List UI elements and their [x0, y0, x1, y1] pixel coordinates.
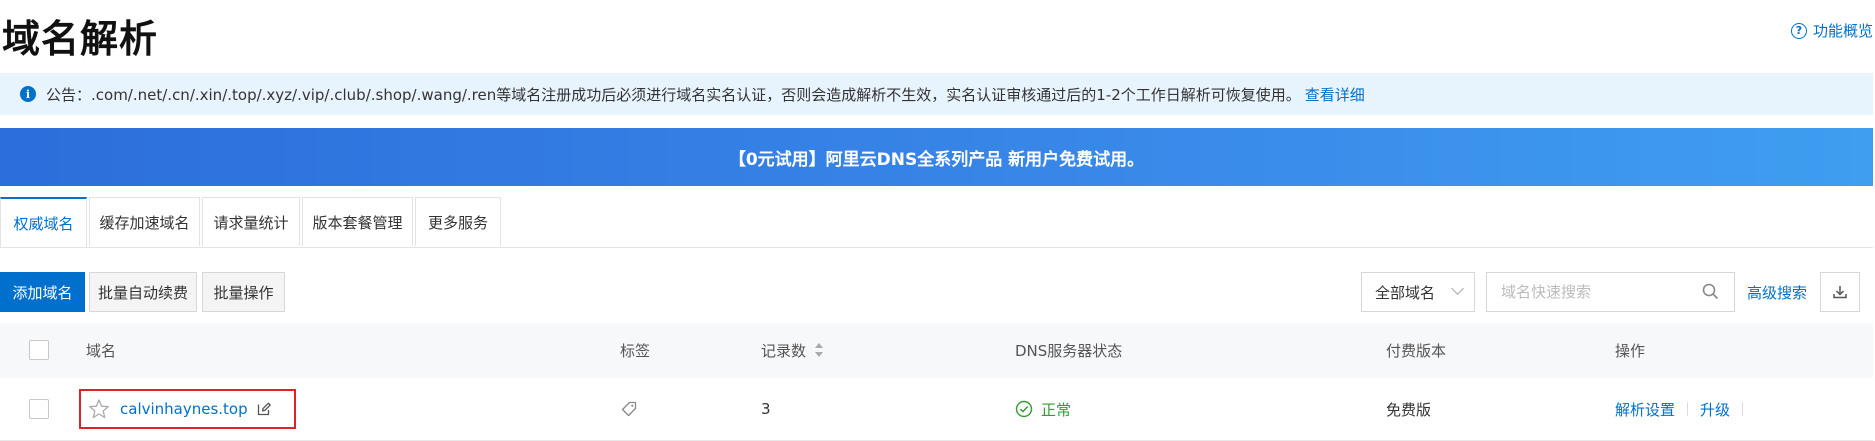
- action-divider: [1742, 402, 1744, 416]
- tab-cache-acceleration[interactable]: 缓存加速域名: [89, 197, 200, 246]
- tab-more-services[interactable]: 更多服务: [415, 197, 501, 246]
- download-icon: [1833, 286, 1847, 299]
- add-domain-button[interactable]: 添加域名: [0, 272, 85, 312]
- notice-bar: i 公告：.com/.net/.cn/.xin/.top/.xyz/.vip/.…: [0, 73, 1873, 115]
- notice-detail-link[interactable]: 查看详细: [1305, 84, 1365, 105]
- tag-cell[interactable]: [620, 398, 638, 420]
- batch-operations-button[interactable]: 批量操作: [202, 272, 285, 312]
- plan-version: 免费版: [1386, 400, 1432, 419]
- tab-plan-management[interactable]: 版本套餐管理: [302, 197, 413, 246]
- overview-link[interactable]: ? 功能概览: [1790, 20, 1873, 41]
- edit-icon[interactable]: [256, 401, 272, 417]
- check-circle-icon: [1015, 400, 1033, 418]
- page-title: 域名解析: [2, 17, 159, 61]
- notice-text: 公告：.com/.net/.cn/.xin/.top/.xyz/.vip/.cl…: [46, 85, 1301, 104]
- domain-filter-select[interactable]: 全部域名: [1361, 272, 1475, 312]
- record-count: 3: [761, 400, 771, 418]
- domain-cell: calvinhaynes.top: [79, 389, 296, 429]
- sort-icon[interactable]: [814, 341, 824, 359]
- column-header-records[interactable]: 记录数: [761, 340, 824, 360]
- domain-name-link[interactable]: calvinhaynes.top: [120, 400, 248, 418]
- promo-banner-text: 【0元试用】阿里云DNS全系列产品 新用户免费试用。: [728, 149, 1145, 170]
- dns-status: 正常: [1015, 398, 1071, 420]
- table-header: 域名 标签 记录数 DNS服务器状态 付费版本 操作: [0, 323, 1873, 378]
- advanced-search-link[interactable]: 高级搜索: [1747, 282, 1807, 303]
- row-checkbox[interactable]: [29, 399, 49, 419]
- star-icon[interactable]: [88, 398, 110, 420]
- help-icon: ?: [1790, 22, 1807, 39]
- tab-bar: 权威域名 缓存加速域名 请求量统计 版本套餐管理 更多服务: [0, 197, 1873, 248]
- dns-status-text: 正常: [1041, 400, 1072, 419]
- chevron-down-icon: [1451, 282, 1464, 295]
- tag-icon[interactable]: [620, 400, 638, 418]
- export-button[interactable]: [1820, 272, 1860, 312]
- domain-search-input[interactable]: [1486, 272, 1735, 312]
- dns-settings-link[interactable]: 解析设置: [1615, 399, 1675, 420]
- column-header-records-label: 记录数: [761, 341, 807, 360]
- column-header-actions: 操作: [1615, 341, 1646, 360]
- promo-banner[interactable]: 【0元试用】阿里云DNS全系列产品 新用户免费试用。: [0, 128, 1873, 186]
- upgrade-link[interactable]: 升级: [1700, 399, 1730, 420]
- info-icon: i: [20, 86, 36, 102]
- column-header-dns-status: DNS服务器状态: [1015, 341, 1123, 360]
- row-actions: 解析设置 升级: [1615, 398, 1755, 420]
- tab-authoritative-domains[interactable]: 权威域名: [0, 197, 87, 247]
- tab-request-statistics[interactable]: 请求量统计: [202, 197, 300, 246]
- domain-filter-value: 全部域名: [1375, 283, 1436, 302]
- action-divider: [1687, 402, 1689, 416]
- select-all-checkbox[interactable]: [29, 340, 49, 360]
- column-header-domain: 域名: [86, 341, 117, 360]
- overview-label: 功能概览: [1812, 22, 1873, 40]
- column-header-plan: 付费版本: [1386, 341, 1447, 360]
- batch-auto-renew-button[interactable]: 批量自动续费: [89, 272, 197, 312]
- column-header-tags: 标签: [620, 341, 651, 360]
- search-icon[interactable]: [1702, 283, 1719, 300]
